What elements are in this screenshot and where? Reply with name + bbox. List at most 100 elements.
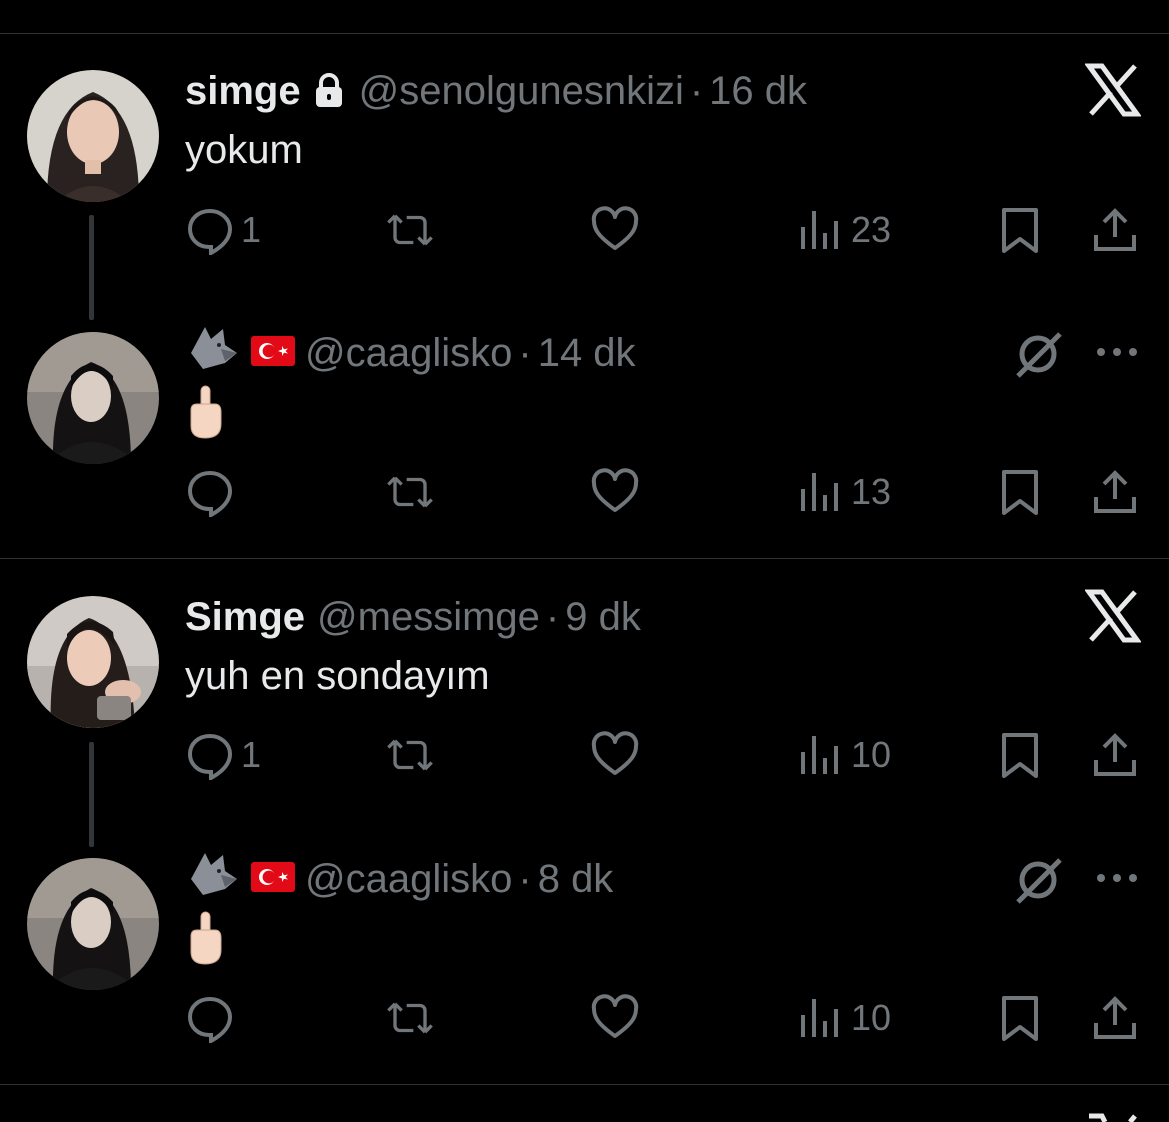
handle[interactable]: @senolgunesnkizi bbox=[359, 69, 684, 114]
section-divider bbox=[0, 558, 1169, 559]
separator-dot: · bbox=[545, 594, 560, 639]
share-button[interactable] bbox=[1090, 462, 1140, 522]
retweet-icon bbox=[387, 476, 433, 508]
separator-dot: · bbox=[518, 330, 532, 375]
action-bar: 13 bbox=[185, 462, 1145, 522]
timestamp[interactable]: 14 dk bbox=[538, 331, 636, 376]
grok-icon[interactable] bbox=[1010, 326, 1066, 382]
timestamp[interactable]: 16 dk bbox=[709, 69, 807, 114]
lock-icon bbox=[313, 73, 345, 109]
reply-icon bbox=[187, 470, 233, 517]
turkey-flag-icon bbox=[251, 331, 295, 376]
heart-icon bbox=[591, 468, 639, 512]
bookmark-icon bbox=[1002, 733, 1038, 778]
top-divider bbox=[0, 33, 1169, 34]
avatar[interactable] bbox=[27, 596, 159, 728]
action-bar: 10 bbox=[185, 988, 1145, 1048]
timestamp[interactable]: 9 dk bbox=[565, 595, 641, 640]
handle[interactable]: @messimge bbox=[317, 595, 540, 640]
views-button[interactable]: 10 bbox=[795, 725, 891, 785]
share-icon bbox=[1094, 733, 1136, 776]
like-button[interactable] bbox=[590, 200, 640, 260]
bookmark-icon bbox=[1002, 208, 1038, 253]
reply-icon bbox=[187, 733, 233, 780]
views-button[interactable]: 13 bbox=[795, 462, 891, 522]
views-count: 10 bbox=[851, 734, 892, 775]
wolf-emoji bbox=[185, 323, 241, 383]
bookmark-button[interactable] bbox=[995, 988, 1045, 1048]
bookmark-icon bbox=[1002, 470, 1038, 515]
retweet-button[interactable] bbox=[385, 462, 435, 522]
turkey-flag-icon bbox=[251, 857, 295, 902]
bookmark-button[interactable] bbox=[995, 725, 1045, 785]
bookmark-icon bbox=[1002, 996, 1038, 1041]
reply-count: 1 bbox=[241, 734, 262, 775]
timestamp[interactable]: 8 dk bbox=[538, 857, 614, 902]
action-bar: 1 23 bbox=[185, 200, 1145, 260]
tweet-header: simge @senolgunesnkizi · 16 dk bbox=[185, 66, 807, 116]
reply-button[interactable] bbox=[185, 462, 241, 522]
retweet-button[interactable] bbox=[385, 725, 435, 785]
views-button[interactable]: 23 bbox=[795, 200, 891, 260]
views-icon bbox=[801, 736, 838, 774]
bookmark-button[interactable] bbox=[995, 462, 1045, 522]
like-button[interactable] bbox=[590, 725, 640, 785]
x-logo-icon bbox=[1089, 1113, 1137, 1122]
reply-button[interactable]: 1 bbox=[185, 725, 261, 785]
avatar[interactable] bbox=[27, 332, 159, 464]
views-count: 13 bbox=[851, 471, 892, 512]
share-icon bbox=[1094, 996, 1136, 1039]
thread-line bbox=[89, 742, 94, 847]
views-icon bbox=[801, 211, 838, 249]
views-button[interactable]: 10 bbox=[795, 988, 891, 1048]
avatar[interactable] bbox=[27, 70, 159, 202]
retweet-icon bbox=[387, 214, 433, 246]
views-count: 10 bbox=[851, 997, 892, 1038]
grok-icon[interactable] bbox=[1010, 852, 1066, 908]
share-button[interactable] bbox=[1090, 988, 1140, 1048]
reply-button[interactable]: 1 bbox=[185, 200, 261, 260]
retweet-button[interactable] bbox=[385, 988, 435, 1048]
thread-line bbox=[89, 215, 94, 320]
reply-icon bbox=[187, 996, 233, 1043]
tweet-text: yokum bbox=[185, 128, 303, 172]
tweet-header: @caaglisko · 8 dk bbox=[185, 853, 614, 904]
separator-dot: · bbox=[518, 856, 532, 901]
tweet-header: @caaglisko · 14 dk bbox=[185, 327, 636, 378]
display-name[interactable]: simge bbox=[185, 69, 301, 114]
bottom-divider bbox=[0, 1084, 1169, 1085]
retweet-icon bbox=[387, 1002, 433, 1034]
handle[interactable]: @caaglisko bbox=[305, 331, 512, 376]
heart-icon bbox=[591, 994, 639, 1038]
heart-icon bbox=[591, 206, 639, 250]
more-options-icon[interactable] bbox=[1093, 342, 1141, 362]
avatar[interactable] bbox=[27, 858, 159, 990]
bookmark-button[interactable] bbox=[995, 200, 1045, 260]
reply-button[interactable] bbox=[185, 988, 241, 1048]
separator-dot: · bbox=[689, 68, 704, 113]
more-options-icon[interactable] bbox=[1093, 868, 1141, 888]
share-button[interactable] bbox=[1090, 725, 1140, 785]
retweet-icon bbox=[387, 739, 433, 771]
action-bar: 1 10 bbox=[185, 725, 1145, 785]
like-button[interactable] bbox=[590, 988, 640, 1048]
heart-icon bbox=[591, 731, 639, 775]
handle[interactable]: @caaglisko bbox=[305, 857, 512, 902]
reply-count: 1 bbox=[241, 209, 262, 250]
like-button[interactable] bbox=[590, 462, 640, 522]
x-logo-icon bbox=[1085, 63, 1141, 117]
display-name[interactable]: Simge bbox=[185, 595, 305, 640]
share-button[interactable] bbox=[1090, 200, 1140, 260]
middle-finger-emoji bbox=[185, 910, 225, 976]
share-icon bbox=[1094, 208, 1136, 251]
reply-icon bbox=[187, 208, 233, 255]
wolf-emoji bbox=[185, 849, 241, 909]
retweet-button[interactable] bbox=[385, 200, 435, 260]
views-count: 23 bbox=[851, 209, 892, 250]
middle-finger-emoji bbox=[185, 384, 225, 450]
views-icon bbox=[801, 999, 838, 1037]
tweet-header: Simge @messimge · 9 dk bbox=[185, 592, 641, 642]
share-icon bbox=[1094, 470, 1136, 513]
views-icon bbox=[801, 473, 838, 511]
x-logo-icon bbox=[1085, 589, 1141, 643]
